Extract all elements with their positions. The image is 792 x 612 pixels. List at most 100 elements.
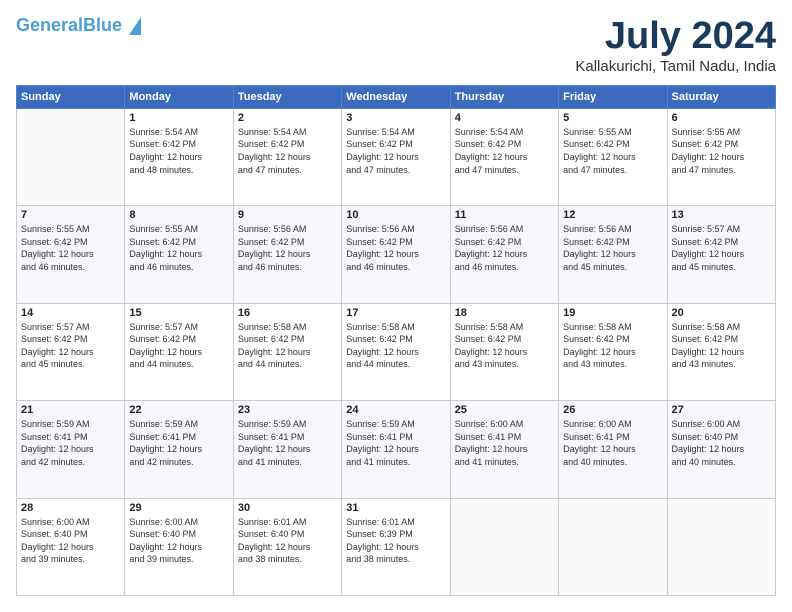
calendar-cell: 27 Sunrise: 6:00 AMSunset: 6:40 PMDayligh… (667, 401, 775, 498)
day-info: Sunrise: 5:54 AMSunset: 6:42 PMDaylight:… (129, 126, 228, 176)
day-info: Sunrise: 5:59 AMSunset: 6:41 PMDaylight:… (346, 418, 445, 468)
title-block: July 2024 Kallakurichi, Tamil Nadu, Indi… (575, 16, 776, 75)
day-number: 25 (455, 404, 554, 416)
logo: GeneralBlue (16, 16, 141, 36)
day-info: Sunrise: 5:56 AMSunset: 6:42 PMDaylight:… (455, 223, 554, 273)
calendar-cell: 22 Sunrise: 5:59 AMSunset: 6:41 PMDayligh… (125, 401, 233, 498)
weekday-header-saturday: Saturday (667, 85, 775, 108)
day-number: 4 (455, 112, 554, 124)
calendar-cell: 12 Sunrise: 5:56 AMSunset: 6:42 PMDayligh… (559, 206, 667, 303)
day-number: 16 (238, 307, 337, 319)
logo-text: GeneralBlue (16, 16, 141, 36)
day-info: Sunrise: 5:57 AMSunset: 6:42 PMDaylight:… (129, 321, 228, 371)
calendar-cell: 14 Sunrise: 5:57 AMSunset: 6:42 PMDayligh… (17, 303, 125, 400)
location: Kallakurichi, Tamil Nadu, India (575, 58, 776, 75)
week-row-4: 21 Sunrise: 5:59 AMSunset: 6:41 PMDayligh… (17, 401, 776, 498)
weekday-header-sunday: Sunday (17, 85, 125, 108)
day-number: 23 (238, 404, 337, 416)
day-number: 7 (21, 209, 120, 221)
day-number: 28 (21, 502, 120, 514)
weekday-header-wednesday: Wednesday (342, 85, 450, 108)
day-info: Sunrise: 5:55 AMSunset: 6:42 PMDaylight:… (21, 223, 120, 273)
calendar-cell: 26Sunrise: 6:00 AMSunset: 6:41 PMDayligh… (559, 401, 667, 498)
day-info: Sunrise: 5:54 AMSunset: 6:42 PMDaylight:… (455, 126, 554, 176)
calendar-cell (17, 108, 125, 205)
day-info: Sunrise: 6:00 AMSunset: 6:40 PMDaylight:… (21, 516, 120, 566)
calendar-cell (559, 498, 667, 595)
calendar-cell: 15 Sunrise: 5:57 AMSunset: 6:42 PMDayligh… (125, 303, 233, 400)
day-number: 12 (563, 209, 662, 221)
day-number: 11 (455, 209, 554, 221)
day-number: 21 (21, 404, 120, 416)
calendar-cell (667, 498, 775, 595)
calendar-cell: 1 Sunrise: 5:54 AMSunset: 6:42 PMDaylight… (125, 108, 233, 205)
day-info: Sunrise: 6:00 AMSunset: 6:41 PMDaylight:… (563, 418, 662, 468)
calendar-cell: 4 Sunrise: 5:54 AMSunset: 6:42 PMDaylight… (450, 108, 558, 205)
day-info: Sunrise: 5:54 AMSunset: 6:42 PMDaylight:… (238, 126, 337, 176)
week-row-5: 28 Sunrise: 6:00 AMSunset: 6:40 PMDayligh… (17, 498, 776, 595)
calendar-cell: 17Sunrise: 5:58 AMSunset: 6:42 PMDayligh… (342, 303, 450, 400)
calendar-cell: 23 Sunrise: 5:59 AMSunset: 6:41 PMDayligh… (233, 401, 341, 498)
week-row-1: 1 Sunrise: 5:54 AMSunset: 6:42 PMDaylight… (17, 108, 776, 205)
day-number: 13 (672, 209, 771, 221)
week-row-2: 7 Sunrise: 5:55 AMSunset: 6:42 PMDaylight… (17, 206, 776, 303)
calendar-cell: 31Sunrise: 6:01 AMSunset: 6:39 PMDayligh… (342, 498, 450, 595)
calendar-cell: 7 Sunrise: 5:55 AMSunset: 6:42 PMDaylight… (17, 206, 125, 303)
day-number: 14 (21, 307, 120, 319)
calendar-cell: 13 Sunrise: 5:57 AMSunset: 6:42 PMDayligh… (667, 206, 775, 303)
day-info: Sunrise: 6:01 AMSunset: 6:40 PMDaylight:… (238, 516, 337, 566)
day-number: 9 (238, 209, 337, 221)
month-title: July 2024 (575, 16, 776, 58)
calendar-cell: 18Sunrise: 5:58 AMSunset: 6:42 PMDayligh… (450, 303, 558, 400)
day-info: Sunrise: 5:56 AMSunset: 6:42 PMDaylight:… (563, 223, 662, 273)
day-info: Sunrise: 5:56 AMSunset: 6:42 PMDaylight:… (346, 223, 445, 273)
day-info: Sunrise: 5:57 AMSunset: 6:42 PMDaylight:… (21, 321, 120, 371)
calendar-table: SundayMondayTuesdayWednesdayThursdayFrid… (16, 85, 776, 596)
calendar-cell: 5Sunrise: 5:55 AMSunset: 6:42 PMDaylight… (559, 108, 667, 205)
day-info: Sunrise: 6:00 AMSunset: 6:41 PMDaylight:… (455, 418, 554, 468)
day-number: 22 (129, 404, 228, 416)
calendar-cell: 2 Sunrise: 5:54 AMSunset: 6:42 PMDaylight… (233, 108, 341, 205)
day-number: 24 (346, 404, 445, 416)
day-info: Sunrise: 5:58 AMSunset: 6:42 PMDaylight:… (563, 321, 662, 371)
calendar-cell: 3Sunrise: 5:54 AMSunset: 6:42 PMDaylight… (342, 108, 450, 205)
day-info: Sunrise: 5:57 AMSunset: 6:42 PMDaylight:… (672, 223, 771, 273)
day-number: 15 (129, 307, 228, 319)
page: GeneralBlue July 2024 Kallakurichi, Tami… (0, 0, 792, 612)
calendar-cell: 6 Sunrise: 5:55 AMSunset: 6:42 PMDaylight… (667, 108, 775, 205)
day-info: Sunrise: 6:00 AMSunset: 6:40 PMDaylight:… (129, 516, 228, 566)
day-number: 18 (455, 307, 554, 319)
logo-general: General (16, 15, 83, 35)
calendar-cell: 29 Sunrise: 6:00 AMSunset: 6:40 PMDayligh… (125, 498, 233, 595)
day-number: 5 (563, 112, 662, 124)
day-info: Sunrise: 5:54 AMSunset: 6:42 PMDaylight:… (346, 126, 445, 176)
calendar-cell: 24 Sunrise: 5:59 AMSunset: 6:41 PMDayligh… (342, 401, 450, 498)
logo-blue: Blue (83, 15, 122, 35)
day-number: 10 (346, 209, 445, 221)
weekday-header-tuesday: Tuesday (233, 85, 341, 108)
calendar-cell: 19 Sunrise: 5:58 AMSunset: 6:42 PMDayligh… (559, 303, 667, 400)
calendar-cell: 8Sunrise: 5:55 AMSunset: 6:42 PMDaylight… (125, 206, 233, 303)
calendar-cell: 16Sunrise: 5:58 AMSunset: 6:42 PMDayligh… (233, 303, 341, 400)
day-number: 6 (672, 112, 771, 124)
day-info: Sunrise: 5:59 AMSunset: 6:41 PMDaylight:… (129, 418, 228, 468)
calendar-cell: 21Sunrise: 5:59 AMSunset: 6:41 PMDayligh… (17, 401, 125, 498)
weekday-header-friday: Friday (559, 85, 667, 108)
weekday-header-row: SundayMondayTuesdayWednesdayThursdayFrid… (17, 85, 776, 108)
day-info: Sunrise: 5:58 AMSunset: 6:42 PMDaylight:… (672, 321, 771, 371)
calendar-cell: 10 Sunrise: 5:56 AMSunset: 6:42 PMDayligh… (342, 206, 450, 303)
day-number: 19 (563, 307, 662, 319)
day-number: 29 (129, 502, 228, 514)
day-number: 2 (238, 112, 337, 124)
header: GeneralBlue July 2024 Kallakurichi, Tami… (16, 16, 776, 75)
day-number: 27 (672, 404, 771, 416)
day-info: Sunrise: 6:00 AMSunset: 6:40 PMDaylight:… (672, 418, 771, 468)
day-info: Sunrise: 5:56 AMSunset: 6:42 PMDaylight:… (238, 223, 337, 273)
day-info: Sunrise: 5:59 AMSunset: 6:41 PMDaylight:… (238, 418, 337, 468)
day-info: Sunrise: 5:55 AMSunset: 6:42 PMDaylight:… (672, 126, 771, 176)
calendar-cell (450, 498, 558, 595)
day-number: 31 (346, 502, 445, 514)
weekday-header-monday: Monday (125, 85, 233, 108)
day-number: 17 (346, 307, 445, 319)
day-number: 1 (129, 112, 228, 124)
